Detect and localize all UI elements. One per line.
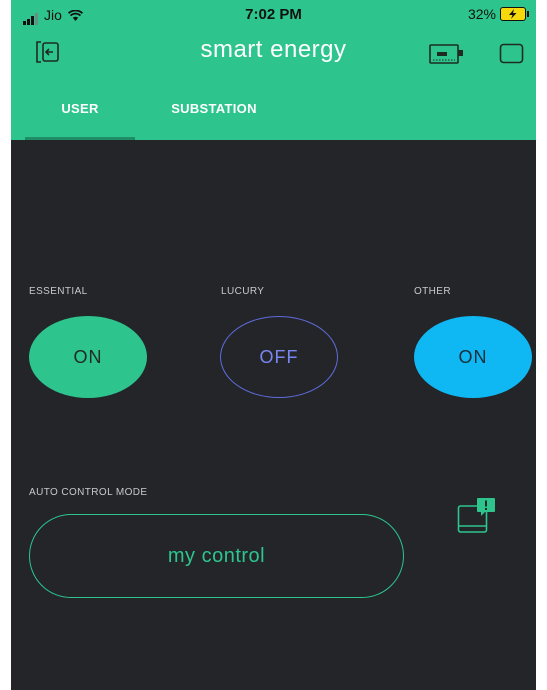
my-control-button[interactable]: my control	[29, 514, 404, 598]
device-icon[interactable]	[429, 44, 465, 64]
app-bar: smart energy	[11, 30, 536, 74]
status-time: 7:02 PM	[245, 6, 302, 23]
tab-bar: USER SUBSTATION	[11, 95, 536, 140]
luxury-label: LUCURY	[221, 286, 265, 297]
battery-charging-icon	[500, 7, 529, 21]
other-label: OTHER	[414, 286, 451, 297]
other-toggle-button[interactable]: ON	[414, 316, 532, 398]
my-control-label: my control	[167, 544, 266, 567]
essential-toggle-button[interactable]: ON	[29, 316, 147, 398]
window-icon[interactable]	[499, 43, 525, 65]
auto-control-label: AUTO CONTROL MODE	[29, 487, 148, 498]
battery-percent: 32%	[467, 6, 496, 22]
essential-state: ON	[73, 346, 103, 367]
device-notification-icon[interactable]	[457, 496, 501, 536]
luxury-toggle-button[interactable]: OFF	[220, 316, 338, 398]
other-state: ON	[458, 346, 488, 367]
tab-substation[interactable]: SUBSTATION	[159, 95, 269, 140]
status-bar: Jio 7:02 PM 32%	[11, 0, 536, 26]
essential-label: ESSENTIAL	[29, 286, 88, 297]
header: Jio 7:02 PM 32% smart energy USER SUBSTA…	[11, 0, 536, 140]
tab-user[interactable]: USER	[25, 95, 135, 140]
app-frame: Jio 7:02 PM 32% smart energy USER SUBSTA…	[11, 0, 536, 690]
status-right: 32%	[467, 6, 529, 22]
luxury-state: OFF	[259, 346, 299, 367]
